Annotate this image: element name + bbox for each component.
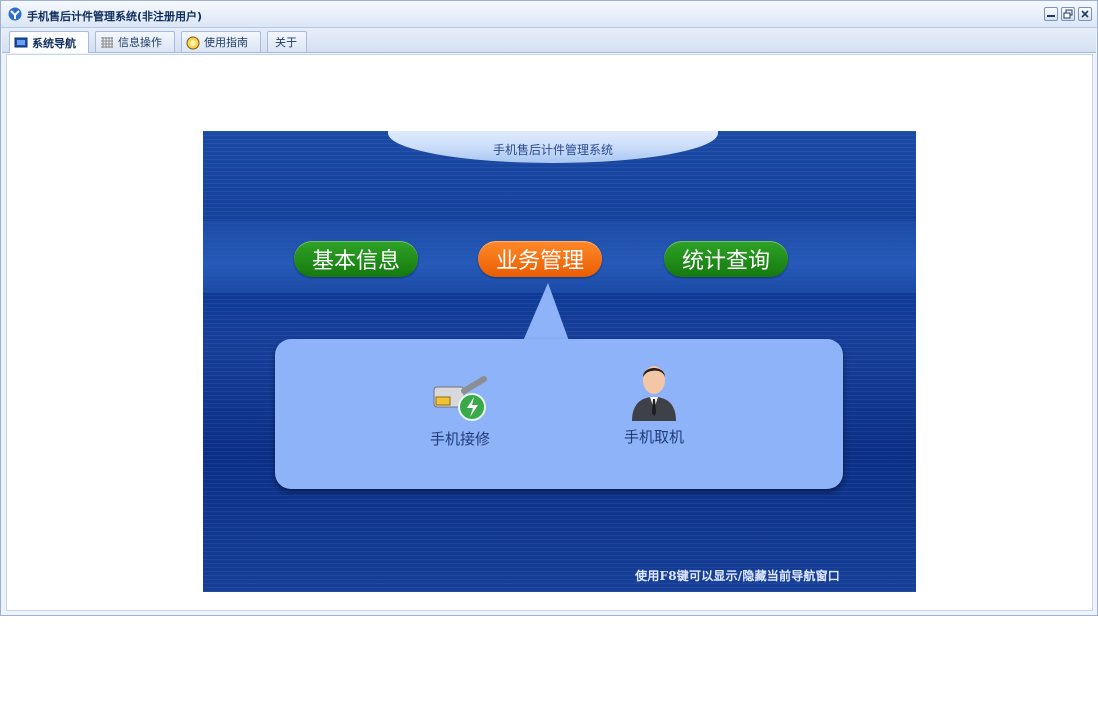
category-basic-info[interactable]: 基本信息 (294, 241, 418, 277)
tab-user-guide[interactable]: 使用指南 (181, 31, 261, 52)
tab-label: 使用指南 (204, 36, 248, 49)
tab-about[interactable]: 关于 (267, 31, 307, 52)
navigation-panel: 手机售后计件管理系统 基本信息 业务管理 统计查询 手机接修 手机取机 使用F8… (203, 131, 916, 592)
title-bar: 手机售后计件管理系统(非注册用户) (1, 1, 1097, 28)
tab-system-nav[interactable]: 系统导航 (9, 31, 89, 53)
feature-phone-repair[interactable]: 手机接修 (405, 373, 515, 449)
panel-title: 手机售后计件管理系统 (492, 143, 613, 157)
bubble-pointer (523, 283, 569, 341)
app-logo-icon (7, 7, 23, 21)
tab-label: 关于 (275, 36, 297, 49)
person-icon (632, 366, 676, 421)
feature-label: 手机接修 (429, 430, 490, 448)
feature-phone-pickup[interactable]: 手机取机 (599, 359, 709, 447)
minimize-icon (1047, 15, 1055, 17)
content-area: 手机售后计件管理系统 基本信息 业务管理 统计查询 手机接修 手机取机 使用F8… (6, 54, 1093, 611)
feature-label: 手机取机 (623, 428, 684, 446)
tab-label: 信息操作 (118, 36, 162, 49)
tab-info-ops[interactable]: 信息操作 (95, 31, 175, 52)
app-window: 手机售后计件管理系统(非注册用户) 系统导航 信息操作 使用指南 关于 手机售后… (0, 0, 1098, 616)
restore-icon (1063, 9, 1073, 19)
close-icon (1081, 10, 1089, 18)
close-button[interactable] (1078, 7, 1092, 21)
category-business-mgmt[interactable]: 业务管理 (478, 241, 602, 277)
window-title: 手机售后计件管理系统(非注册用户) (27, 10, 203, 23)
monitor-icon (14, 37, 28, 49)
grid-icon (100, 36, 114, 48)
tab-bar: 系统导航 信息操作 使用指南 关于 (2, 28, 1096, 53)
network-plug-icon (433, 376, 487, 421)
tab-label: 系统导航 (32, 36, 76, 50)
restore-button[interactable] (1061, 7, 1075, 21)
help-bulb-icon (186, 36, 200, 50)
minimize-button[interactable] (1044, 7, 1058, 21)
submenu-bubble: 手机接修 手机取机 (275, 339, 843, 489)
category-stats-query[interactable]: 统计查询 (664, 241, 788, 277)
f8-hint-text: 使用F8键可以显示/隐藏当前导航窗口 (635, 569, 840, 583)
